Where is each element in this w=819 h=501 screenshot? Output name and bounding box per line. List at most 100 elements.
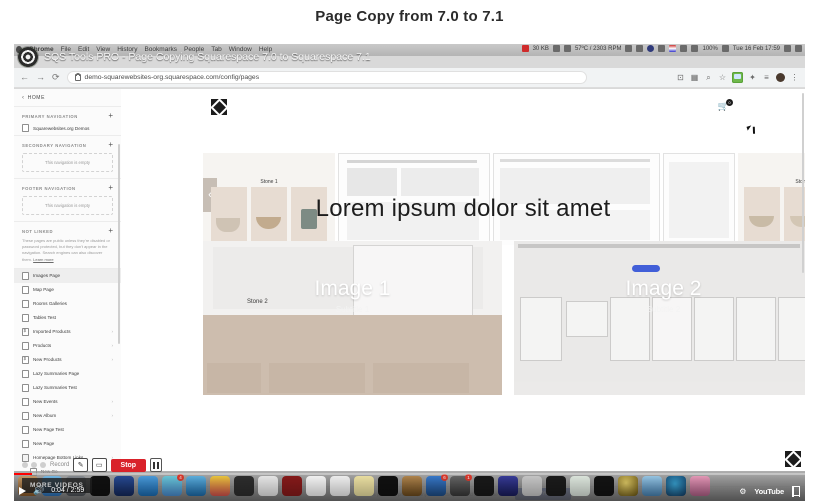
sidebar-home-back[interactable]: ‹ HOME <box>14 89 121 106</box>
list-item[interactable]: New Events › <box>14 395 121 409</box>
input-language-flag-icon[interactable] <box>669 45 677 52</box>
network-monitor-icon[interactable] <box>521 45 529 52</box>
youtube-label[interactable]: YouTube <box>754 487 784 496</box>
qr-icon[interactable]: ▦ <box>690 73 699 82</box>
search-icon[interactable]: ⌕ <box>704 73 713 82</box>
menu-item-view[interactable]: View <box>96 46 110 53</box>
crop-icon[interactable]: ▭ <box>91 458 107 472</box>
image-subtitle: Subtitle 1 <box>335 305 370 314</box>
menu-item-help[interactable]: Help <box>259 46 272 53</box>
add-page-button[interactable]: + <box>108 227 113 235</box>
image-subtitle: Subtitle 2 <box>646 305 681 314</box>
apple-logo-icon[interactable] <box>16 46 22 53</box>
list-item[interactable]: New Products › <box>14 353 121 367</box>
fullscreen-icon[interactable] <box>792 485 800 497</box>
reading-list-icon[interactable]: ≡ <box>762 73 771 82</box>
album-icon <box>22 411 29 420</box>
commerce-icon <box>22 355 29 364</box>
list-item[interactable]: Tables Test <box>14 311 121 325</box>
list-item[interactable]: Map Page <box>14 283 121 297</box>
page-icon <box>22 124 29 132</box>
footer-nav-empty: This navigation is empty <box>22 196 113 215</box>
page-icon <box>22 439 29 448</box>
chrome-menu-icon[interactable]: ⋮ <box>790 73 799 82</box>
secondary-nav-empty: This navigation is empty <box>22 153 113 172</box>
sidebar-scrollbar[interactable] <box>118 144 120 344</box>
list-item[interactable]: Imported Products › <box>14 325 121 339</box>
page-icon <box>22 425 29 434</box>
page-icon <box>22 285 29 294</box>
bluetooth-icon[interactable] <box>647 45 655 52</box>
address-bar[interactable]: demo-squarewebsites-org.squarespace.com/… <box>66 71 587 84</box>
forward-button[interactable]: → <box>36 73 45 82</box>
youtube-player-controls[interactable]: 🔊 0:04 / 2:59 ⚙ YouTube <box>14 471 805 501</box>
bookmark-star-icon[interactable]: ☆ <box>718 73 727 82</box>
notification-center-icon[interactable] <box>795 45 802 52</box>
add-page-button[interactable]: + <box>108 141 113 149</box>
list-item[interactable]: Images Page <box>14 268 121 283</box>
chevron-right-icon[interactable]: › <box>112 329 114 334</box>
video-player-frame[interactable]: Chrome File Edit View History Bookmarks … <box>14 44 805 501</box>
recorder-dot <box>31 462 37 468</box>
cast-icon[interactable]: ⊡ <box>676 73 685 82</box>
add-page-button[interactable]: + <box>108 184 113 192</box>
chevron-right-icon[interactable]: › <box>112 357 114 362</box>
image-block-2[interactable]: Image 2 Subtitle 2 <box>514 241 805 395</box>
chevron-right-icon[interactable]: › <box>112 399 114 404</box>
stats-icon[interactable] <box>563 45 571 52</box>
image-block-1[interactable]: Stone 2 Image 1 Subtitle 1 <box>203 241 502 395</box>
learn-more-link[interactable]: Learn more <box>33 257 53 262</box>
list-item[interactable]: New Page Test <box>14 423 121 437</box>
list-item[interactable]: Rooms Galleries <box>14 297 121 311</box>
profile-avatar-icon[interactable] <box>776 73 785 82</box>
list-item[interactable]: Lazy Summaries Page <box>14 367 121 381</box>
sqs-tools-extension-icon[interactable] <box>732 72 743 83</box>
menu-item-bookmarks[interactable]: Bookmarks <box>144 46 177 53</box>
progress-bar[interactable] <box>14 473 805 475</box>
site-preview-canvas[interactable]: 🛒 0 ‹ Stone 1 St Lorem ipsum dolor sit a… <box>121 89 805 501</box>
progress-fill <box>14 473 32 475</box>
list-item[interactable]: Lazy Summaries Test <box>14 381 121 395</box>
list-item[interactable]: Products › <box>14 339 121 353</box>
menu-item-window[interactable]: Window <box>229 46 252 53</box>
chevron-right-icon[interactable]: › <box>112 413 114 418</box>
list-item[interactable]: New Page <box>14 437 121 451</box>
menu-item-file[interactable]: File <box>61 46 71 53</box>
menu-item-people[interactable]: People <box>184 46 204 53</box>
canvas-scrollbar[interactable] <box>801 93 804 273</box>
clock-label: Tue 16 Feb 17:59 <box>732 45 780 52</box>
sidebar-home-label: HOME <box>27 95 46 101</box>
page-icon <box>22 383 29 392</box>
sidebar-item-squarewebsites-demos[interactable]: Squarewebsites.org Demos <box>14 121 121 135</box>
play-icon[interactable] <box>19 486 26 495</box>
squarespace-mark-corner-icon <box>783 449 803 469</box>
list-item-label: New Album <box>33 413 57 419</box>
pages-sidebar[interactable]: ‹ HOME PRIMARY NAVIGATION + Squarewebsit… <box>14 89 122 501</box>
keyboard-icon[interactable] <box>625 45 633 52</box>
wifi-icon[interactable] <box>680 45 688 52</box>
menu-item-tab[interactable]: Tab <box>211 46 221 53</box>
settings-gear-icon[interactable]: ⚙ <box>739 487 746 496</box>
pencil-icon[interactable]: ✎ <box>73 458 88 472</box>
stop-recording-button[interactable]: Stop <box>110 458 147 472</box>
menu-item-edit[interactable]: Edit <box>78 46 89 53</box>
add-page-button[interactable]: + <box>108 112 113 120</box>
menu-item-history[interactable]: History <box>117 46 137 53</box>
browser-toolbar: ← → ⟳ demo-squarewebsites-org.squarespac… <box>14 68 805 88</box>
pause-icon[interactable] <box>150 458 162 472</box>
chevron-right-icon[interactable]: › <box>112 343 114 348</box>
menu-item-chrome[interactable]: Chrome <box>29 46 54 53</box>
back-button[interactable]: ← <box>20 73 29 82</box>
volume-icon[interactable]: 🔊 <box>33 485 44 496</box>
reload-button[interactable]: ⟳ <box>52 73 60 82</box>
timer-icon[interactable] <box>658 45 666 52</box>
battery-icon[interactable] <box>721 45 729 52</box>
list-item[interactable]: New Album › <box>14 409 121 423</box>
volume-icon[interactable] <box>691 45 699 52</box>
page-icon <box>22 313 29 322</box>
extensions-puzzle-icon[interactable]: ✦ <box>748 73 757 82</box>
spotlight-search-icon[interactable] <box>784 45 791 52</box>
list-item-label: Imported Products <box>33 329 71 335</box>
usb-icon[interactable] <box>636 45 644 52</box>
display-icon[interactable] <box>552 45 560 52</box>
